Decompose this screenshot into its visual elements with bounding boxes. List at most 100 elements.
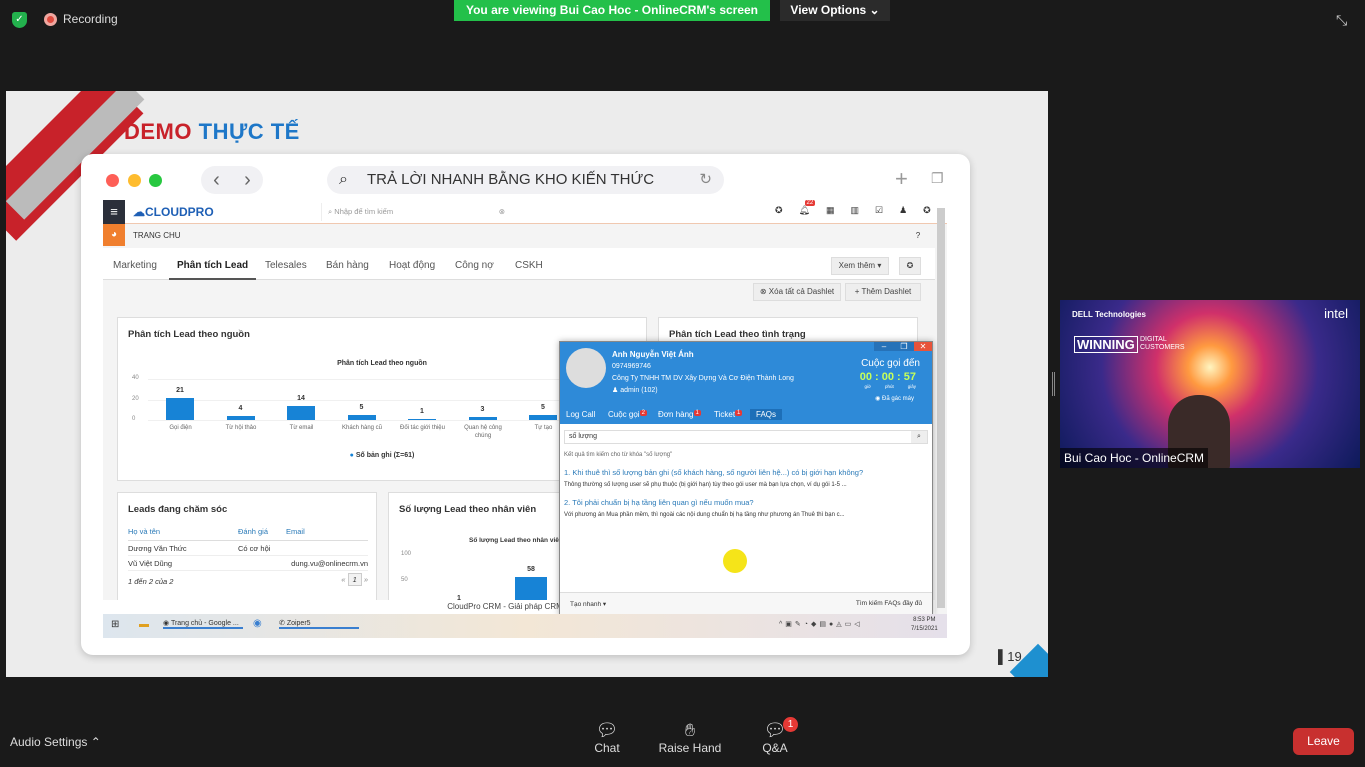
table-row[interactable]: Dương Văn Thức Có cơ hội <box>128 541 368 556</box>
bar[interactable] <box>408 418 436 420</box>
crm-search-input[interactable]: ⌕ Nhập để tìm kiếm ⊗ <box>321 203 511 221</box>
add-dashlet-button[interactable]: + Thêm Dashlet <box>845 283 921 301</box>
bar[interactable] <box>226 415 255 420</box>
taskbar-zoiper[interactable]: ✆ Zoiper5 <box>279 619 359 629</box>
faq-result-link[interactable]: 1. Khi thuê thì số lượng bản ghi (số khá… <box>564 468 863 477</box>
menu-icon[interactable]: ≡ <box>103 200 125 224</box>
call-timer: 00 : 00 : 57 <box>859 371 916 383</box>
quick-create-button[interactable]: Tạo nhanh ▾ <box>570 600 606 608</box>
cloudpro-logo: ☁CLOUDPRO <box>133 205 214 219</box>
y-tick: 0 <box>132 416 136 422</box>
participant-name: Bui Cao Hoc - OnlineCRM <box>1060 448 1209 468</box>
faq-search-input[interactable]: số lượng ⌕ <box>564 430 928 444</box>
close-icon[interactable]: ✕ <box>914 342 932 351</box>
popup-tab[interactable]: Cuộc gọi 2 <box>608 410 647 419</box>
timer-units: giờ phút giây <box>864 384 917 389</box>
data-label: 14 <box>297 394 305 402</box>
bar[interactable] <box>468 416 497 420</box>
leave-button[interactable]: Leave <box>1293 728 1354 755</box>
restore-icon[interactable]: ❐ <box>894 342 914 351</box>
caller-company[interactable]: Công Ty TNHH TM DV Xây Dựng Và Cơ Điện T… <box>612 375 794 382</box>
window-controls: – ❐ ✕ <box>874 342 932 351</box>
minimize-icon[interactable]: – <box>874 342 894 351</box>
chat-icon: 💬︎ <box>595 720 619 740</box>
tab-badge: 2 <box>639 410 647 416</box>
popup-tab[interactable]: Ticket 1 <box>714 410 743 419</box>
participant-video[interactable]: DELL Technologies intel WINNING DIGITAL … <box>1060 300 1360 468</box>
event-headline: WINNING <box>1074 336 1138 353</box>
x-tick: Từ email <box>289 425 314 431</box>
task-icon[interactable]: ☑ <box>875 205 883 216</box>
help-icon[interactable]: ? <box>909 228 927 244</box>
raise-hand-button[interactable]: ✋︎ Raise Hand <box>658 720 722 755</box>
table-row[interactable]: Vũ Việt Dũng dung.vu@onlinecrm.vn <box>128 556 368 571</box>
data-label: 3 <box>480 405 485 413</box>
security-shield-icon[interactable]: ✓ <box>12 12 27 28</box>
qa-button[interactable]: 💬︎ Q&A 1 <box>755 717 798 755</box>
caller-phone[interactable]: 0974969746 <box>612 363 651 370</box>
breadcrumb: TRANG CHU <box>133 231 181 240</box>
settings-icon[interactable]: ✪ <box>775 205 783 216</box>
forward-icon: › <box>244 168 251 191</box>
bar[interactable] <box>347 414 376 420</box>
taskbar-chrome[interactable]: ◉ Trang chủ - Google ... <box>163 619 243 629</box>
dashboard-icon: ◕ <box>103 224 125 246</box>
x-tick: Quan hệ công chúng <box>464 425 502 439</box>
caller-name: Anh Nguyễn Việt Ánh <box>612 350 694 359</box>
file-explorer-icon[interactable]: ▬ <box>139 619 149 630</box>
exit-fullscreen-icon[interactable]: ⤡ <box>1336 12 1347 29</box>
popup-tab[interactable]: Log Call <box>566 410 595 419</box>
x-tick: Gọi điện <box>169 425 192 431</box>
more-button[interactable]: Xem thêm ▾ <box>831 257 889 275</box>
bar[interactable] <box>287 405 315 420</box>
tab-badge: 1 <box>693 410 701 416</box>
tab-0[interactable]: Marketing <box>113 260 157 271</box>
call-popup: Anh Nguyễn Việt Ánh 0974969746 Công Ty T… <box>559 341 933 616</box>
tab-4[interactable]: Hoạt động <box>389 260 435 271</box>
tab-1[interactable]: Phân tích Lead <box>169 260 257 280</box>
minimize-dot-icon <box>128 174 141 187</box>
chrome-icon[interactable]: ◉ <box>253 618 262 629</box>
pagination-info: 1 đến 2 của 2 « 1 » <box>128 573 368 586</box>
x-tick: Khách hàng cũ <box>341 425 383 431</box>
tab-2[interactable]: Telesales <box>265 260 307 271</box>
view-options-button[interactable]: View Options ⌄ <box>780 0 890 21</box>
pagination[interactable]: « 1 » <box>341 573 368 586</box>
data-label: 1 <box>420 407 424 415</box>
tab-6[interactable]: CSKH <box>515 260 543 271</box>
system-tray-icons[interactable]: ^▣✎◔◆▤●◬▭◁ <box>779 620 863 628</box>
tab-5[interactable]: Công nợ <box>455 260 494 271</box>
popup-tab[interactable]: Đơn hàng 1 <box>658 410 701 419</box>
faq-result-link[interactable]: 2. Tôi phải chuẩn bị hạ tầng liên quan g… <box>564 498 754 507</box>
close-dot-icon <box>106 174 119 187</box>
chat-button[interactable]: 💬︎ Chat <box>588 720 626 755</box>
user-icon[interactable]: ♟ <box>899 205 907 216</box>
tab-3[interactable]: Bán hàng <box>326 260 369 271</box>
search-icon: ⌕ <box>911 431 927 443</box>
result-caption: Kết quả tìm kiếm cho từ khóa "số lượng" <box>564 452 673 458</box>
audio-settings-button[interactable]: Audio Settings ⌃ <box>10 735 101 749</box>
settings-button[interactable]: ✪ <box>899 257 921 275</box>
windows-start-icon[interactable]: ⊞ <box>111 619 119 630</box>
y-tick: 100 <box>401 551 412 557</box>
scrollbar[interactable] <box>937 208 945 608</box>
y-tick: 50 <box>401 577 408 583</box>
bell-icon[interactable]: 🔔︎ 22 <box>799 200 816 216</box>
bar[interactable] <box>529 414 557 420</box>
bar[interactable] <box>166 398 194 420</box>
clock[interactable]: 8:53 PM 7/15/2021 <box>911 616 938 634</box>
data-label: 5 <box>541 403 545 411</box>
table-header: Họ và tên Đánh giá Email <box>128 527 368 541</box>
copy-icon: ❐ <box>931 170 944 186</box>
y-tick: 20 <box>132 395 139 402</box>
gear-icon[interactable]: ✪ <box>923 205 931 216</box>
video-resize-handle[interactable] <box>1052 372 1055 396</box>
recording-indicator[interactable]: Recording <box>44 12 118 26</box>
popup-tab[interactable]: FAQs <box>750 409 783 420</box>
calendar-icon[interactable]: ▦ <box>826 205 835 216</box>
faq-result-snippet: Thông thường số lượng user sẽ phụ thuộc … <box>564 482 847 488</box>
full-faq-search-link[interactable]: Tìm kiếm FAQs đầy đủ <box>856 600 922 607</box>
slide-title: DEMO THỰC TẾ <box>124 119 300 144</box>
report-icon[interactable]: ▥ <box>851 205 860 216</box>
clear-dashlets-button[interactable]: ⊗ Xóa tất cả Dashlet <box>753 283 841 301</box>
